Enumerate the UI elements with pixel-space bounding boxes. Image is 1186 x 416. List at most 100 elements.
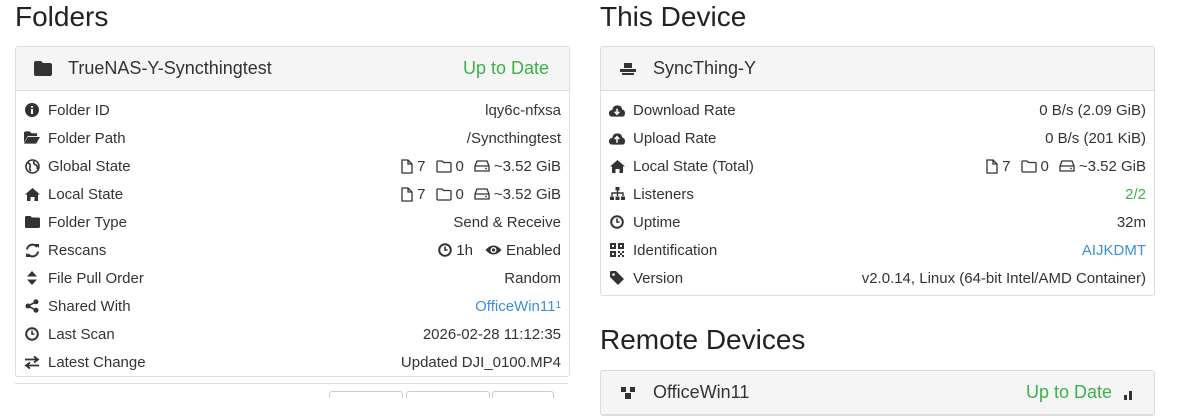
sitemap-icon [609,186,625,202]
folder-action-button-3[interactable] [492,391,554,398]
rescan-interval-stat: 1h [438,242,473,259]
local-state-total-row: Local State (Total) 7 0 ~3.52 GiB [609,152,1146,180]
folder-outline-icon [435,187,452,201]
latest-change-label: Latest Change [48,353,146,371]
remote-device-panel: OfficeWin11 Up to Date [600,370,1155,416]
last-scan-row: Last Scan 2026-02-28 11:12:35 [24,320,561,348]
device-size-stat: ~3.52 GiB [1059,158,1146,175]
global-size-stat: ~3.52 GiB [474,158,561,175]
shared-with-row: Shared With OfficeWin11 1 [24,292,561,320]
identification-value[interactable]: AIJKDMT [1082,242,1146,259]
listeners-value[interactable]: 2/2 [1125,186,1146,203]
folder-path-value: /Syncthingtest [466,129,561,147]
device-panel: SyncThing-Y Download Rate 0 B/s (2.09 Gi… [600,46,1155,296]
local-size: ~3.52 GiB [493,185,561,203]
local-size-stat: ~3.52 GiB [474,186,561,203]
device-dirs-stat: 0 [1020,157,1049,175]
global-dirs-stat: 0 [435,158,464,175]
hdd-icon [474,188,490,200]
device-name: SyncThing-Y [653,58,757,78]
last-scan-value: 2026-02-28 11:12:35 [422,325,561,343]
local-state-total-value: 7 0 ~3.52 GiB [986,158,1146,175]
device-panel-heading[interactable]: SyncThing-Y [601,47,1154,91]
folder-icon [34,60,52,78]
local-state-value: 7 0 ~3.52 GiB [401,186,561,203]
identification-row: Identification AIJKDMT [609,236,1146,264]
clock-icon [609,214,625,230]
clock-icon [438,243,453,257]
last-scan-label: Last Scan [48,325,115,343]
home-icon [24,186,40,202]
remote-device-icon [619,384,637,402]
folder-type-label: Folder Type [48,213,127,231]
eye-icon [485,245,502,255]
clock-icon [24,326,40,342]
folder-open-icon [24,130,40,146]
shared-with-value[interactable]: OfficeWin11 1 [475,298,561,315]
exchange-icon [24,354,40,370]
device-files-count: 7 [1002,157,1011,175]
folder-type-row: Folder Type Send & Receive [24,208,561,236]
folder-action-button-2[interactable] [406,391,490,398]
folder-status: Up to Date [462,58,549,78]
signal-icon [1124,386,1134,400]
folders-column: Folders TrueNAS-Y-Syncthingtest Up to Da… [15,0,570,377]
local-state-row: Local State 7 0 ~3.52 GiB [24,180,561,208]
listeners-label: Listeners [633,185,694,203]
global-files-stat: 7 [401,157,426,175]
upload-rate-value: 0 B/s (201 KiB) [1045,129,1146,147]
folder-id-label: Folder ID [48,101,110,119]
folder-outline-icon [1020,159,1037,173]
uptime-row: Uptime 32m [609,208,1146,236]
shared-device-link[interactable]: OfficeWin11 [475,298,555,315]
upload-rate-row: Upload Rate 0 B/s (201 KiB) [609,124,1146,152]
folder-panel-heading[interactable]: TrueNAS-Y-Syncthingtest Up to Date [16,47,569,91]
file-pull-order-row: File Pull Order Random [24,264,561,292]
download-rate-row: Download Rate 0 B/s (2.09 GiB) [609,96,1146,124]
global-state-row: Global State 7 0 ~3.52 GiB [24,152,561,180]
folder-path-label: Folder Path [48,129,126,147]
home-icon [609,158,625,174]
watch-stat: Enabled [485,242,561,259]
uptime-label: Uptime [633,213,681,231]
rescans-label: Rescans [48,241,107,259]
file-pull-order-value: Random [504,269,561,287]
shared-with-label: Shared With [48,297,131,315]
remote-devices-title: Remote Devices [600,324,806,355]
device-files-stat: 7 [986,157,1011,175]
global-size: ~3.52 GiB [493,157,561,175]
globe-icon [24,158,40,174]
sort-icon [24,270,40,286]
this-device-column: This Device SyncThing-Y Download Rate 0 … [600,0,1155,296]
folder-path-row: Folder Path /Syncthingtest [24,124,561,152]
hdd-icon [474,160,490,172]
cloud-download-icon [609,102,625,118]
download-rate-label: Download Rate [633,101,736,119]
folder-id-value: lqy6c-nfxsa [485,101,561,119]
local-files-count: 7 [417,185,426,203]
remote-device-name: OfficeWin11 [653,382,750,402]
device-icon [619,60,637,78]
cloud-upload-icon [609,130,625,146]
identification-label: Identification [633,241,718,259]
device-dirs-count: 0 [1040,157,1049,175]
folder-action-button-1[interactable] [329,391,403,398]
folder-details: Folder ID lqy6c-nfxsa Folder Path /Synct… [16,91,569,376]
version-value: v2.0.14, Linux (64-bit Intel/AMD Contain… [861,269,1146,287]
folder-panel: TrueNAS-Y-Syncthingtest Up to Date Folde… [15,46,570,377]
device-details: Download Rate 0 B/s (2.09 GiB) Upload Ra… [601,91,1154,295]
rescan-interval: 1h [456,241,473,259]
share-icon [24,298,40,314]
shared-count: 1 [555,300,561,311]
folder-outline-icon [435,159,452,173]
qrcode-icon [609,242,625,258]
local-state-total-label: Local State (Total) [633,157,754,175]
download-rate-value: 0 B/s (2.09 GiB) [1039,101,1146,119]
local-files-stat: 7 [401,185,426,203]
remote-device-status: Up to Date [1025,382,1112,402]
global-files-count: 7 [417,157,426,175]
device-size: ~3.52 GiB [1078,157,1146,175]
remote-device-heading[interactable]: OfficeWin11 Up to Date [601,371,1154,415]
upload-rate-label: Upload Rate [633,129,717,147]
uptime-value: 32m [1116,213,1146,231]
